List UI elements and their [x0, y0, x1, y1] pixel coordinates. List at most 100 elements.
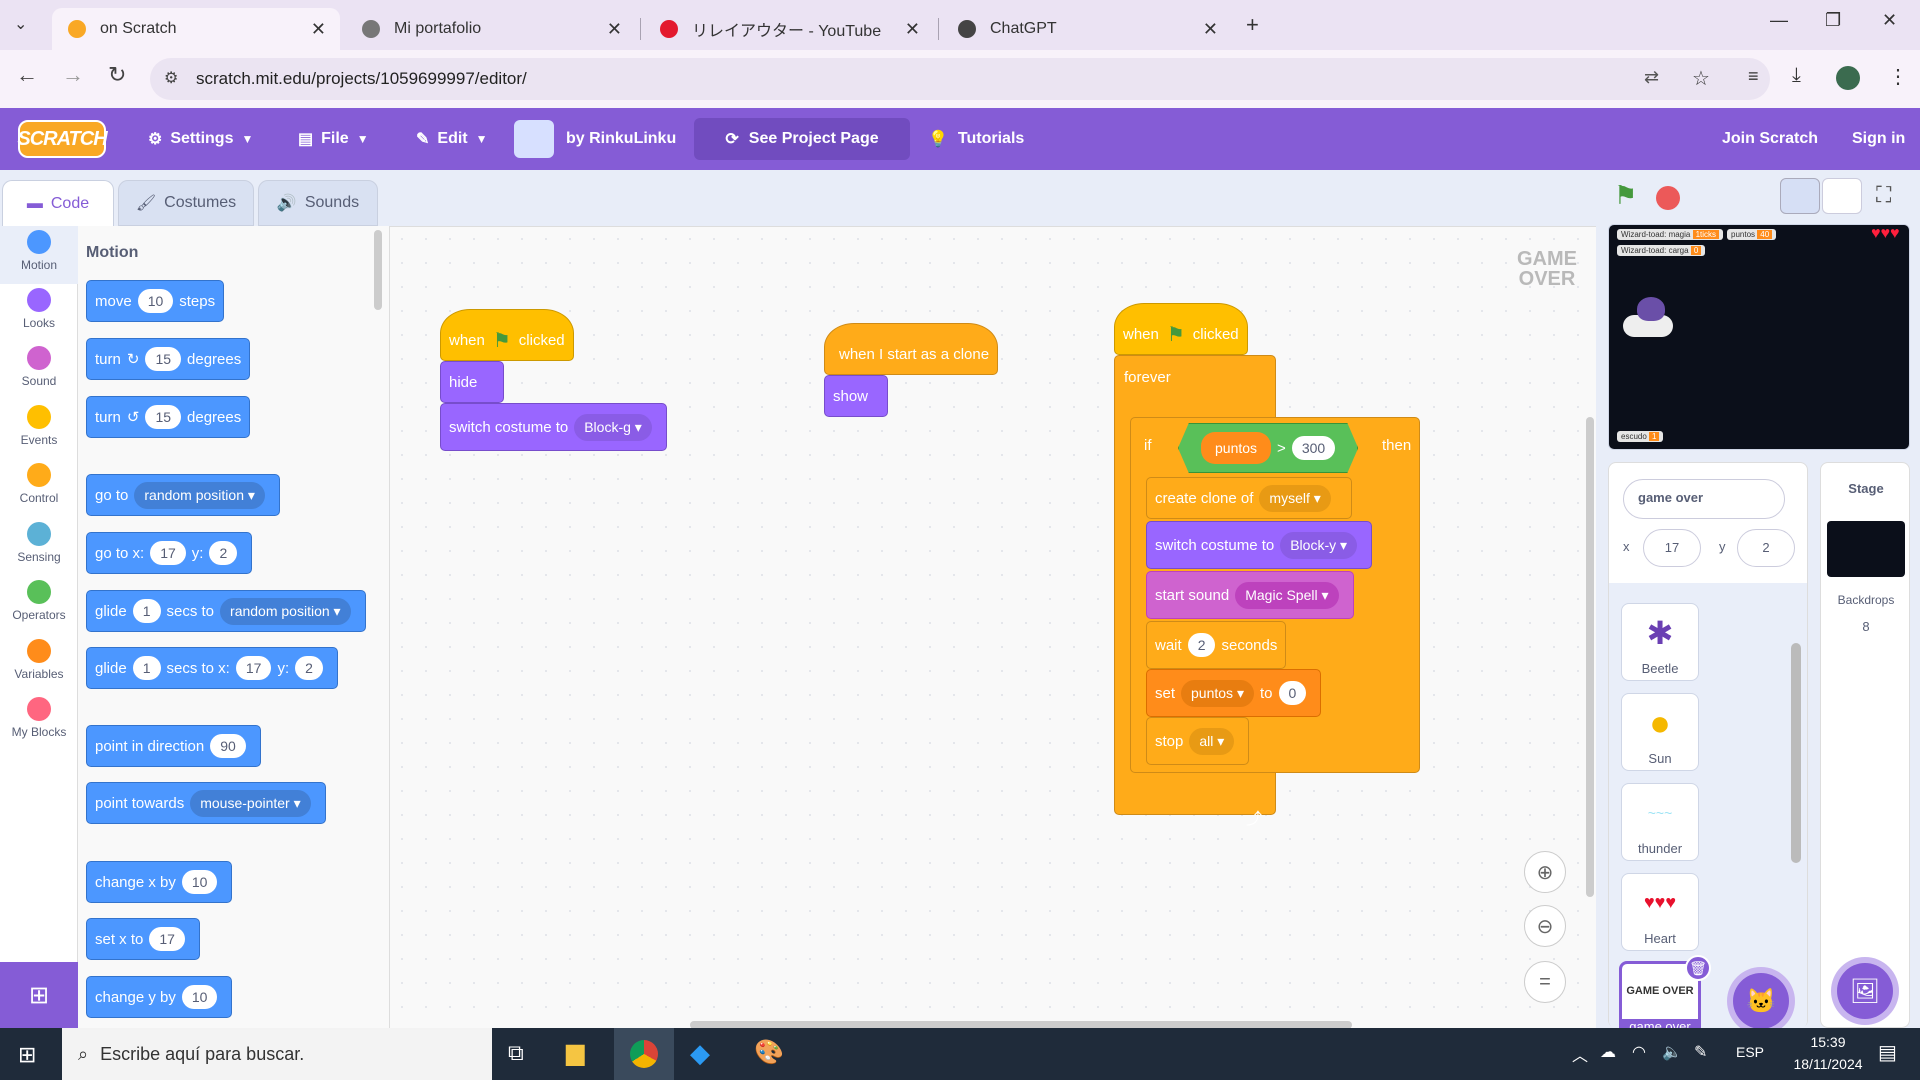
block-hide[interactable]: hide [440, 361, 504, 403]
y-input[interactable]: 2 [1737, 529, 1795, 567]
reload-icon[interactable]: ↻ [108, 62, 126, 88]
see-project-page-button[interactable]: ⟳ See Project Page [694, 118, 910, 160]
block-create-clone[interactable]: create clone of myself ▾ [1146, 477, 1352, 519]
more-menu-icon[interactable]: ⋮ [1888, 64, 1908, 89]
stop-button[interactable] [1656, 186, 1680, 210]
notification-icon[interactable]: ▤ [1878, 1040, 1897, 1065]
sprite-name-input[interactable]: game over [1623, 479, 1785, 519]
block-go-to-xy[interactable]: go to x: 17 y: 2 [86, 532, 253, 574]
block-input[interactable]: 10 [181, 870, 218, 894]
file-explorer-icon[interactable]: ▆ [566, 1038, 584, 1067]
delete-sprite-button[interactable]: 🗑 [1685, 955, 1711, 981]
block-set-variable[interactable]: set puntos ▾ to 0 [1146, 669, 1322, 717]
category-my-blocks[interactable]: My Blocks [0, 693, 78, 751]
block-when-flag-clicked[interactable]: when ⚑ clicked [440, 309, 574, 361]
tab-youtube[interactable]: リレイアウター - YouTube Mus ✕ [644, 8, 934, 50]
pen-icon[interactable]: ✎ [1694, 1042, 1707, 1062]
block-dropdown[interactable]: random position ▾ [134, 481, 265, 509]
block-dropdown[interactable]: Magic Spell ▾ [1235, 581, 1339, 609]
block-input[interactable]: 0 [1278, 681, 1307, 705]
block-move-steps[interactable]: move 10 steps [86, 280, 225, 322]
large-stage-button[interactable] [1822, 178, 1862, 214]
zoom-reset-button[interactable]: = [1524, 961, 1566, 1003]
media-icon[interactable]: ≡ [1748, 66, 1759, 87]
block-input[interactable]: 17 [150, 541, 186, 565]
block-switch-costume[interactable]: switch costume to Block-y ▾ [1146, 521, 1373, 569]
block-input[interactable]: 90 [210, 734, 246, 758]
block-input[interactable]: 10 [137, 289, 174, 313]
block-start-sound[interactable]: start sound Magic Spell ▾ [1146, 571, 1354, 619]
block-input[interactable]: 15 [145, 405, 182, 429]
block-greater-than[interactable]: puntos >300 [1178, 423, 1359, 473]
volume-icon[interactable]: 🔈 [1662, 1042, 1682, 1062]
fullscreen-icon[interactable]: ⛶ [1876, 182, 1891, 208]
language-indicator[interactable]: ESP [1736, 1044, 1764, 1060]
block-go-to[interactable]: go to random position ▾ [86, 474, 280, 516]
block-show[interactable]: show [824, 375, 888, 417]
sprite-thumb-heart[interactable]: ♥♥♥ Heart [1621, 873, 1699, 951]
new-tab-button[interactable]: + [1246, 12, 1259, 38]
url-bar[interactable]: ⚙ scratch.mit.edu/projects/1059699997/ed… [150, 58, 1770, 100]
variable-reporter[interactable]: puntos [1201, 432, 1272, 464]
block-glide-to[interactable]: glide 1 secs to random position ▾ [86, 590, 366, 632]
close-icon[interactable]: ✕ [1203, 19, 1218, 40]
x-input[interactable]: 17 [1643, 529, 1701, 567]
join-scratch-link[interactable]: Join Scratch [1722, 108, 1818, 170]
minimize-button[interactable]: — [1770, 10, 1788, 31]
vscode-icon[interactable]: ◆ [690, 1038, 710, 1069]
block-turn-left[interactable]: turn ↺ 15 degrees [86, 396, 251, 438]
tray-chevron-icon[interactable]: ︿ [1572, 1042, 1588, 1066]
category-sensing[interactable]: Sensing [0, 518, 78, 576]
sprite-list-scrollbar[interactable] [1789, 583, 1803, 1029]
site-info-icon[interactable]: ⚙ [164, 68, 178, 88]
sprite-thumb-thunder[interactable]: ~~~ thunder [1621, 783, 1699, 861]
restore-button[interactable]: ❐ [1825, 10, 1841, 31]
tab-chatgpt[interactable]: ChatGPT ✕ [942, 8, 1232, 50]
author-label[interactable]: by RinkuLinku [566, 108, 676, 170]
block-dropdown[interactable]: random position ▾ [220, 597, 351, 625]
category-sound[interactable]: Sound [0, 342, 78, 400]
block-input[interactable]: 17 [149, 927, 185, 951]
block-input[interactable]: 1 [132, 656, 161, 680]
close-icon[interactable]: ✕ [905, 19, 920, 40]
tab-scratch[interactable]: on Scratch ✕ [52, 8, 340, 50]
workspace-v-scrollbar[interactable] [1586, 417, 1594, 897]
block-input[interactable]: 2 [295, 656, 323, 680]
block-change-y[interactable]: change y by 10 [86, 976, 233, 1018]
choose-sprite-button[interactable]: 🐱 [1733, 973, 1789, 1029]
task-view-icon[interactable]: ⧉ [508, 1040, 524, 1066]
block-input[interactable]: 10 [181, 985, 218, 1009]
category-variables[interactable]: Variables [0, 635, 78, 693]
block-switch-costume[interactable]: switch costume to Block-g ▾ [440, 403, 667, 451]
wifi-icon[interactable]: ◠ [1632, 1042, 1646, 1062]
green-flag-button[interactable]: ⚑ [1614, 180, 1637, 211]
small-stage-button[interactable] [1780, 178, 1820, 214]
close-icon[interactable]: ✕ [607, 19, 622, 40]
file-menu[interactable]: ▤ File ▼ [298, 108, 369, 170]
choose-backdrop-button[interactable]: 🖼 [1837, 963, 1893, 1019]
block-dropdown[interactable]: puntos ▾ [1181, 679, 1254, 707]
block-dropdown[interactable]: Block-g ▾ [574, 413, 652, 441]
download-icon[interactable]: ⤓ [1792, 64, 1801, 87]
stage-canvas[interactable]: Wizard-toad: magia 1ticks puntos 40 Wiza… [1608, 224, 1910, 450]
block-dropdown[interactable]: all ▾ [1189, 727, 1235, 755]
block-turn-right[interactable]: turn ↻ 15 degrees [86, 338, 251, 380]
block-input[interactable]: 17 [235, 656, 272, 680]
sprite-thumb-beetle[interactable]: ✱ Beetle [1621, 603, 1699, 681]
zoom-in-button[interactable]: ⊕ [1524, 851, 1566, 893]
paint-icon[interactable]: 🎨 [754, 1038, 784, 1067]
tab-portfolio[interactable]: Mi portafolio ✕ [346, 8, 636, 50]
block-input[interactable]: 15 [145, 347, 182, 371]
tab-code[interactable]: ▬ Code [2, 180, 114, 226]
category-operators[interactable]: Operators [0, 576, 78, 634]
scratch-logo[interactable]: SCRATCH [17, 120, 108, 158]
tab-sounds[interactable]: 🔊 Sounds [258, 180, 378, 226]
profile-avatar[interactable] [1836, 66, 1860, 90]
block-point-direction[interactable]: point in direction 90 [86, 725, 261, 767]
sign-in-link[interactable]: Sign in [1852, 108, 1905, 170]
windows-start-icon[interactable]: ⊞ [18, 1042, 36, 1068]
stage-selector[interactable]: Stage Backdrops 8 🖼 [1820, 462, 1910, 1028]
clock-time[interactable]: 15:39 [1790, 1034, 1866, 1050]
tutorials-button[interactable]: 💡 Tutorials [928, 108, 1024, 170]
chrome-taskbar-button[interactable] [614, 1028, 674, 1080]
